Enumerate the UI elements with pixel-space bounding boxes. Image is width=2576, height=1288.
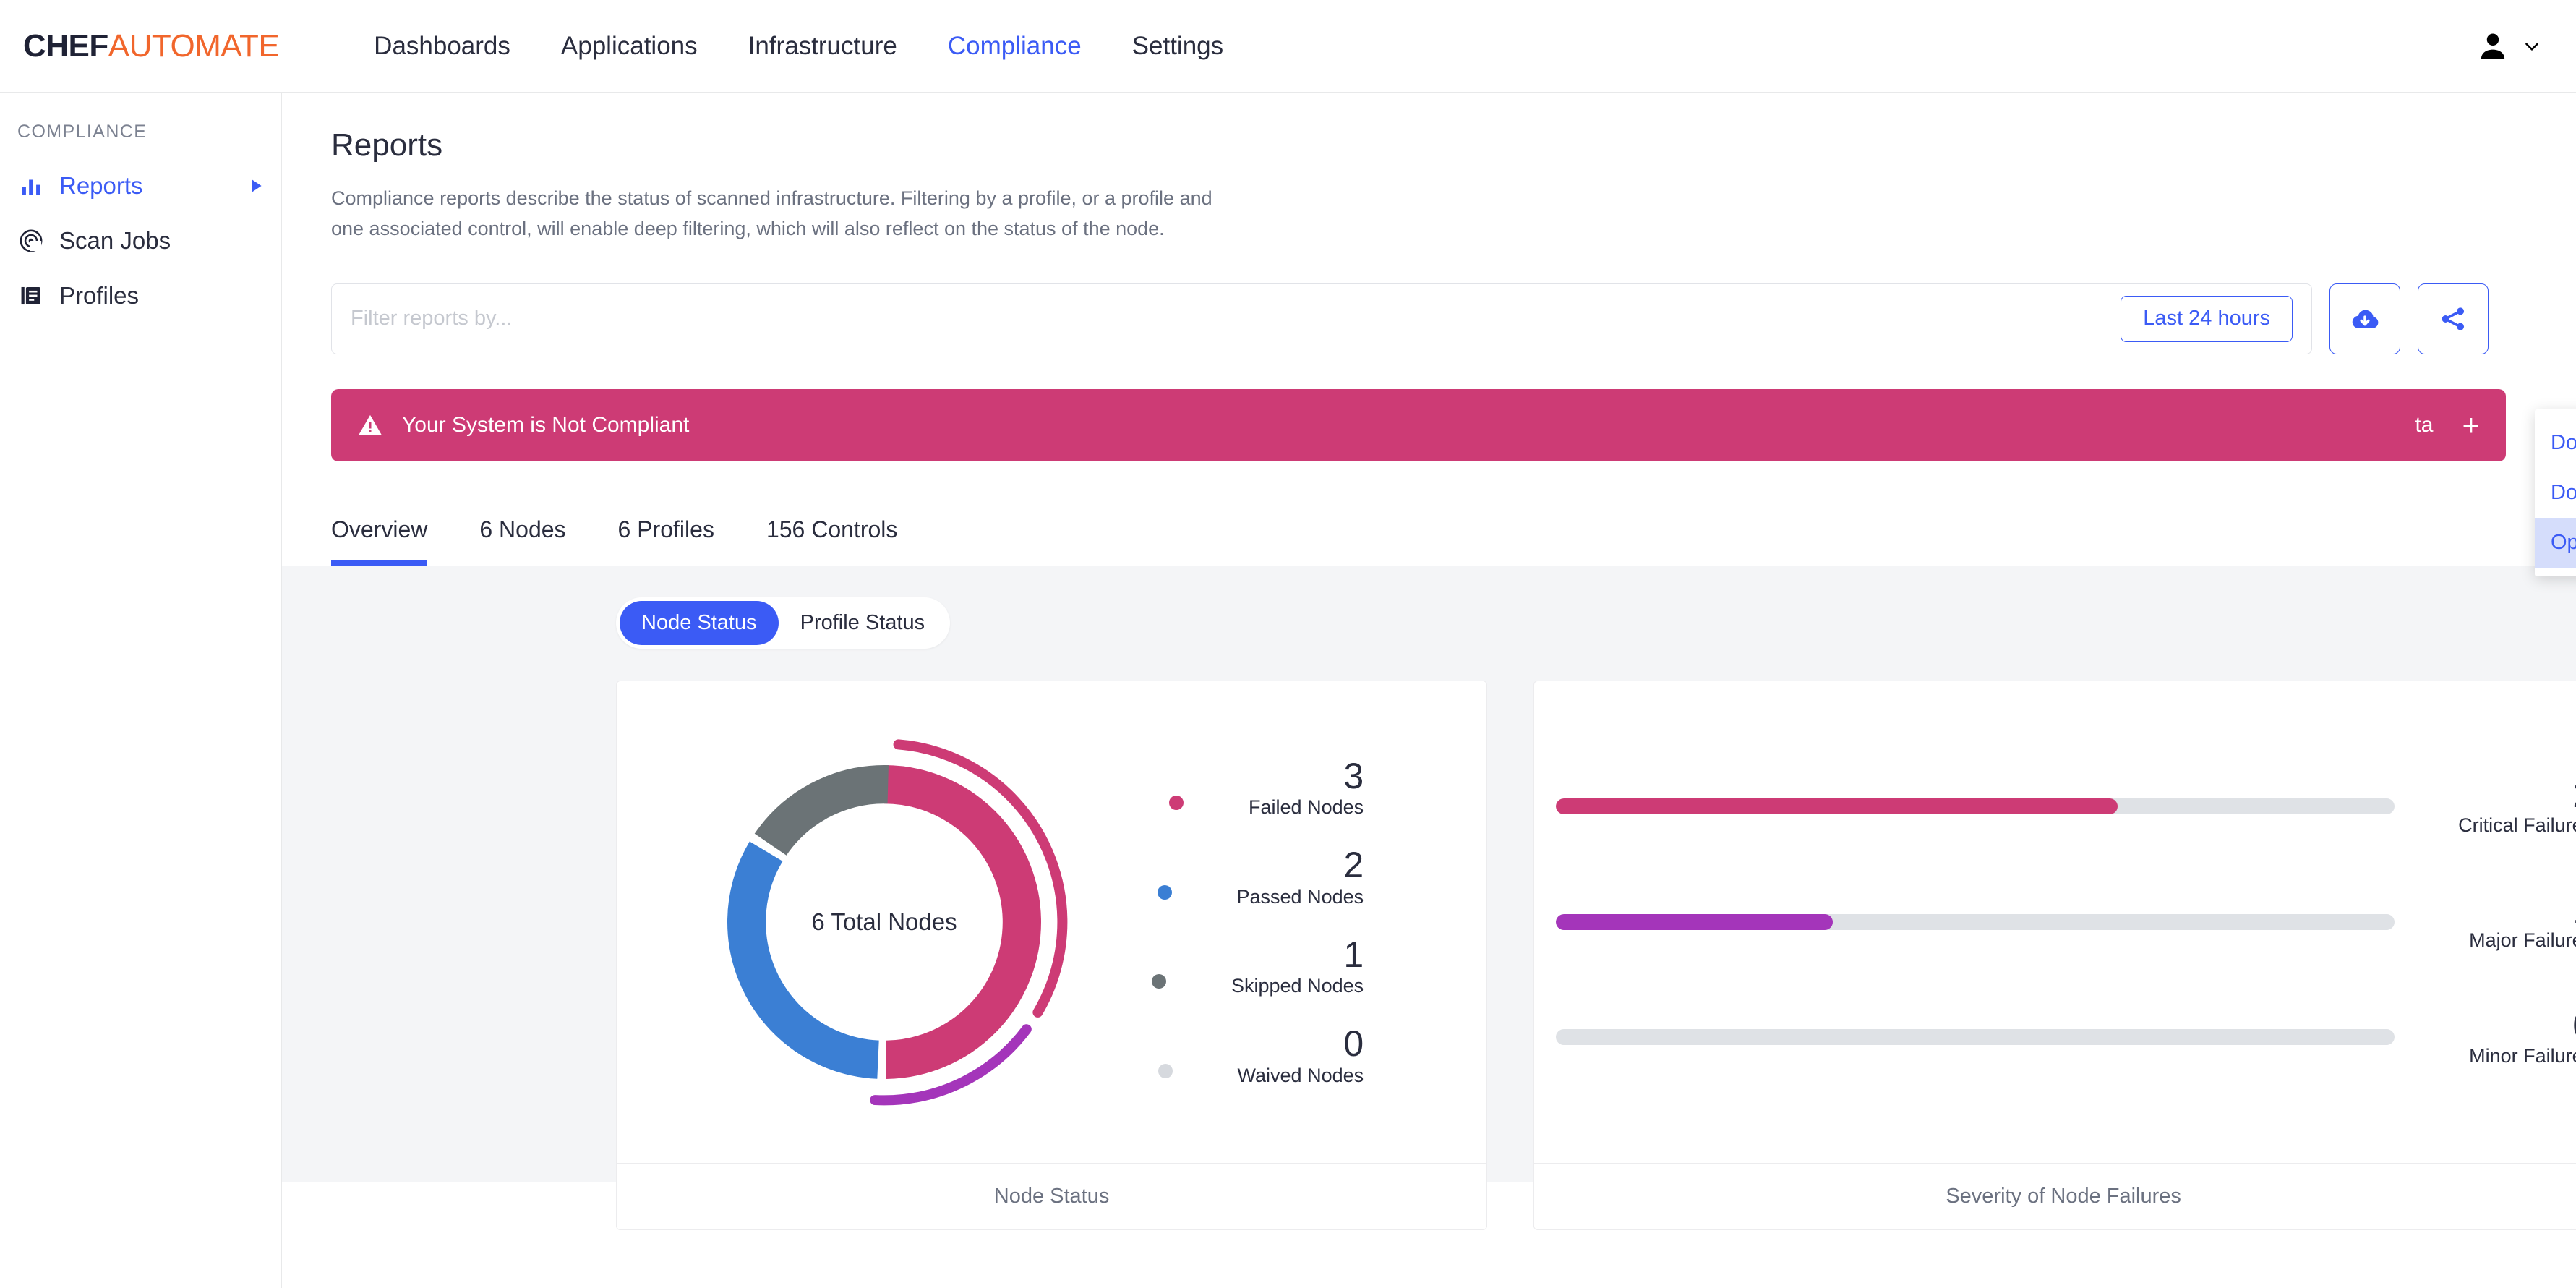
severity-label-major: Major Failures (2469, 929, 2576, 952)
sidebar-item-label-scan-jobs: Scan Jobs (59, 227, 171, 254)
nav-item-applications[interactable]: Applications (536, 0, 723, 93)
report-tabs: Overview 6 Nodes 6 Profiles 156 Controls (331, 506, 2576, 566)
sidebar-item-label-reports: Reports (59, 172, 143, 199)
compliance-alert-banner: Your System is Not Compliant ta + (331, 388, 2506, 461)
sidebar-item-reports[interactable]: Reports (0, 158, 281, 213)
severity-track-major (1556, 913, 2395, 930)
legend-dot-failed (1169, 796, 1184, 811)
severity-card-footer: Severity of Node Failures (1534, 1162, 2576, 1229)
severity-fill-critical (1556, 798, 2118, 815)
logo-automate-text: AUTOMATE (108, 27, 280, 64)
share-icon (2442, 307, 2465, 330)
node-status-legend: 3 Failed Nodes 2 Passed Nodes 1 Skipped … (1152, 757, 1486, 1087)
severity-track-critical (1556, 798, 2395, 815)
menu-item-open-report[interactable]: Open Report (2535, 518, 2576, 568)
tab-profiles[interactable]: 6 Profiles (618, 516, 714, 566)
node-status-card-footer: Node Status (617, 1162, 1487, 1229)
alert-action[interactable]: ta + (2415, 407, 2480, 442)
sidebar-item-label-profiles: Profiles (59, 282, 140, 309)
severity-value-minor: 0 (2426, 1007, 2576, 1045)
severity-bars: 2 Critical Failures 1 Major F (1534, 776, 2576, 1067)
sidebar-item-scan-jobs[interactable]: Scan Jobs (0, 213, 281, 268)
filter-bar: Last 24 hours (282, 244, 2576, 354)
legend-label-waived: Waived Nodes (1237, 1064, 1364, 1086)
severity-row-critical: 2 Critical Failures (1556, 776, 2576, 837)
sidebar-section-label: COMPLIANCE (17, 121, 147, 142)
warning-triangle-icon (359, 414, 382, 435)
nav-item-dashboards[interactable]: Dashboards (348, 0, 536, 93)
page-description: Compliance reports describe the status o… (331, 187, 1212, 239)
node-status-card: 6 Total Nodes 3 Failed Nodes 2 Passed No… (616, 680, 1488, 1230)
legend-label-skipped: Skipped Nodes (1231, 975, 1364, 997)
alert-plus-icon: + (2462, 407, 2480, 442)
download-button[interactable] (2329, 283, 2400, 354)
donut-center-label: 6 Total Nodes (811, 908, 957, 935)
nav-item-settings[interactable]: Settings (1107, 0, 1249, 93)
severity-value-major: 1 (2426, 892, 2576, 930)
chevron-down-icon (2525, 42, 2538, 51)
user-icon (2481, 33, 2505, 59)
legend-item-passed: 2 Passed Nodes (1152, 846, 1364, 908)
severity-fill-major (1556, 913, 1833, 930)
alert-action-label: ta (2415, 412, 2434, 437)
donut-chart: 6 Total Nodes (682, 720, 1087, 1125)
share-button[interactable] (2418, 283, 2489, 354)
toggle-node-status[interactable]: Node Status (620, 600, 779, 645)
tab-controls[interactable]: 156 Controls (766, 516, 897, 566)
legend-value-skipped: 1 (1343, 934, 1364, 975)
bar-chart-icon (17, 172, 45, 200)
legend-label-failed: Failed Nodes (1249, 796, 1364, 819)
severity-track-minor (1556, 1029, 2395, 1046)
triangle-right-icon (252, 179, 262, 192)
donut-chart-container: 6 Total Nodes (617, 720, 1152, 1125)
severity-row-minor: 0 Minor Failures (1556, 1007, 2576, 1067)
legend-dot-skipped (1152, 974, 1166, 989)
user-menu[interactable] (2476, 30, 2541, 63)
legend-value-failed: 3 (1343, 755, 1364, 796)
severity-value-critical: 2 (2426, 776, 2576, 814)
radar-icon (17, 227, 45, 255)
charts-section: Node Status Profile Status 6 Total Nodes… (282, 565, 2576, 1230)
top-nav-links: Dashboards Applications Infrastructure C… (348, 0, 1249, 93)
sidebar-item-profiles[interactable]: Profiles (0, 268, 281, 323)
search-input[interactable] (351, 307, 2121, 331)
nav-item-compliance[interactable]: Compliance (923, 0, 1107, 93)
legend-dot-waived (1158, 1063, 1173, 1078)
legend-label-passed: Passed Nodes (1236, 885, 1364, 908)
menu-item-download-csv[interactable]: Download CSV (2535, 468, 2576, 518)
book-icon (17, 282, 45, 310)
sidebar: COMPLIANCE Reports Scan Jobs Profiles (0, 93, 282, 1288)
legend-value-waived: 0 (1343, 1023, 1364, 1065)
download-dropdown-menu: Download JSON Download CSV Open Report (2535, 409, 2576, 576)
time-range-button[interactable]: Last 24 hours (2121, 295, 2293, 342)
alert-message: Your System is Not Compliant (402, 412, 690, 437)
node-status-card-body: 6 Total Nodes 3 Failed Nodes 2 Passed No… (617, 681, 1486, 1163)
main-content: Reports Compliance reports describe the … (282, 93, 2576, 1288)
severity-card-body: 2 Critical Failures 1 Major F (1534, 681, 2576, 1163)
severity-row-major: 1 Major Failures (1556, 892, 2576, 952)
menu-item-download-json[interactable]: Download JSON (2535, 418, 2576, 468)
tab-overview[interactable]: Overview (331, 516, 428, 566)
legend-item-skipped: 1 Skipped Nodes (1152, 936, 1364, 998)
severity-label-critical: Critical Failures (2458, 814, 2576, 836)
top-navigation-bar: CHEFAUTOMATE Dashboards Applications Inf… (0, 0, 2576, 93)
chart-cards: 6 Total Nodes 3 Failed Nodes 2 Passed No… (616, 680, 2576, 1230)
legend-item-waived: 0 Waived Nodes (1152, 1025, 1364, 1087)
page-header: Reports Compliance reports describe the … (282, 93, 2576, 244)
tab-nodes[interactable]: 6 Nodes (479, 516, 565, 566)
page-title: Reports (331, 127, 443, 163)
status-toggle-group: Node Status Profile Status (616, 597, 951, 649)
toggle-profile-status[interactable]: Profile Status (779, 601, 946, 645)
severity-label-minor: Minor Failures (2469, 1044, 2576, 1067)
legend-value-passed: 2 (1343, 845, 1364, 886)
app-logo[interactable]: CHEFAUTOMATE (23, 27, 280, 64)
legend-item-failed: 3 Failed Nodes (1152, 757, 1364, 819)
logo-chef-text: CHEF (23, 27, 108, 64)
severity-card: 2 Critical Failures 1 Major F (1533, 680, 2576, 1230)
nav-item-infrastructure[interactable]: Infrastructure (723, 0, 923, 93)
cloud-download-icon (2352, 310, 2379, 328)
legend-dot-passed (1157, 884, 1172, 900)
filter-input-container[interactable]: Last 24 hours (331, 283, 2312, 354)
